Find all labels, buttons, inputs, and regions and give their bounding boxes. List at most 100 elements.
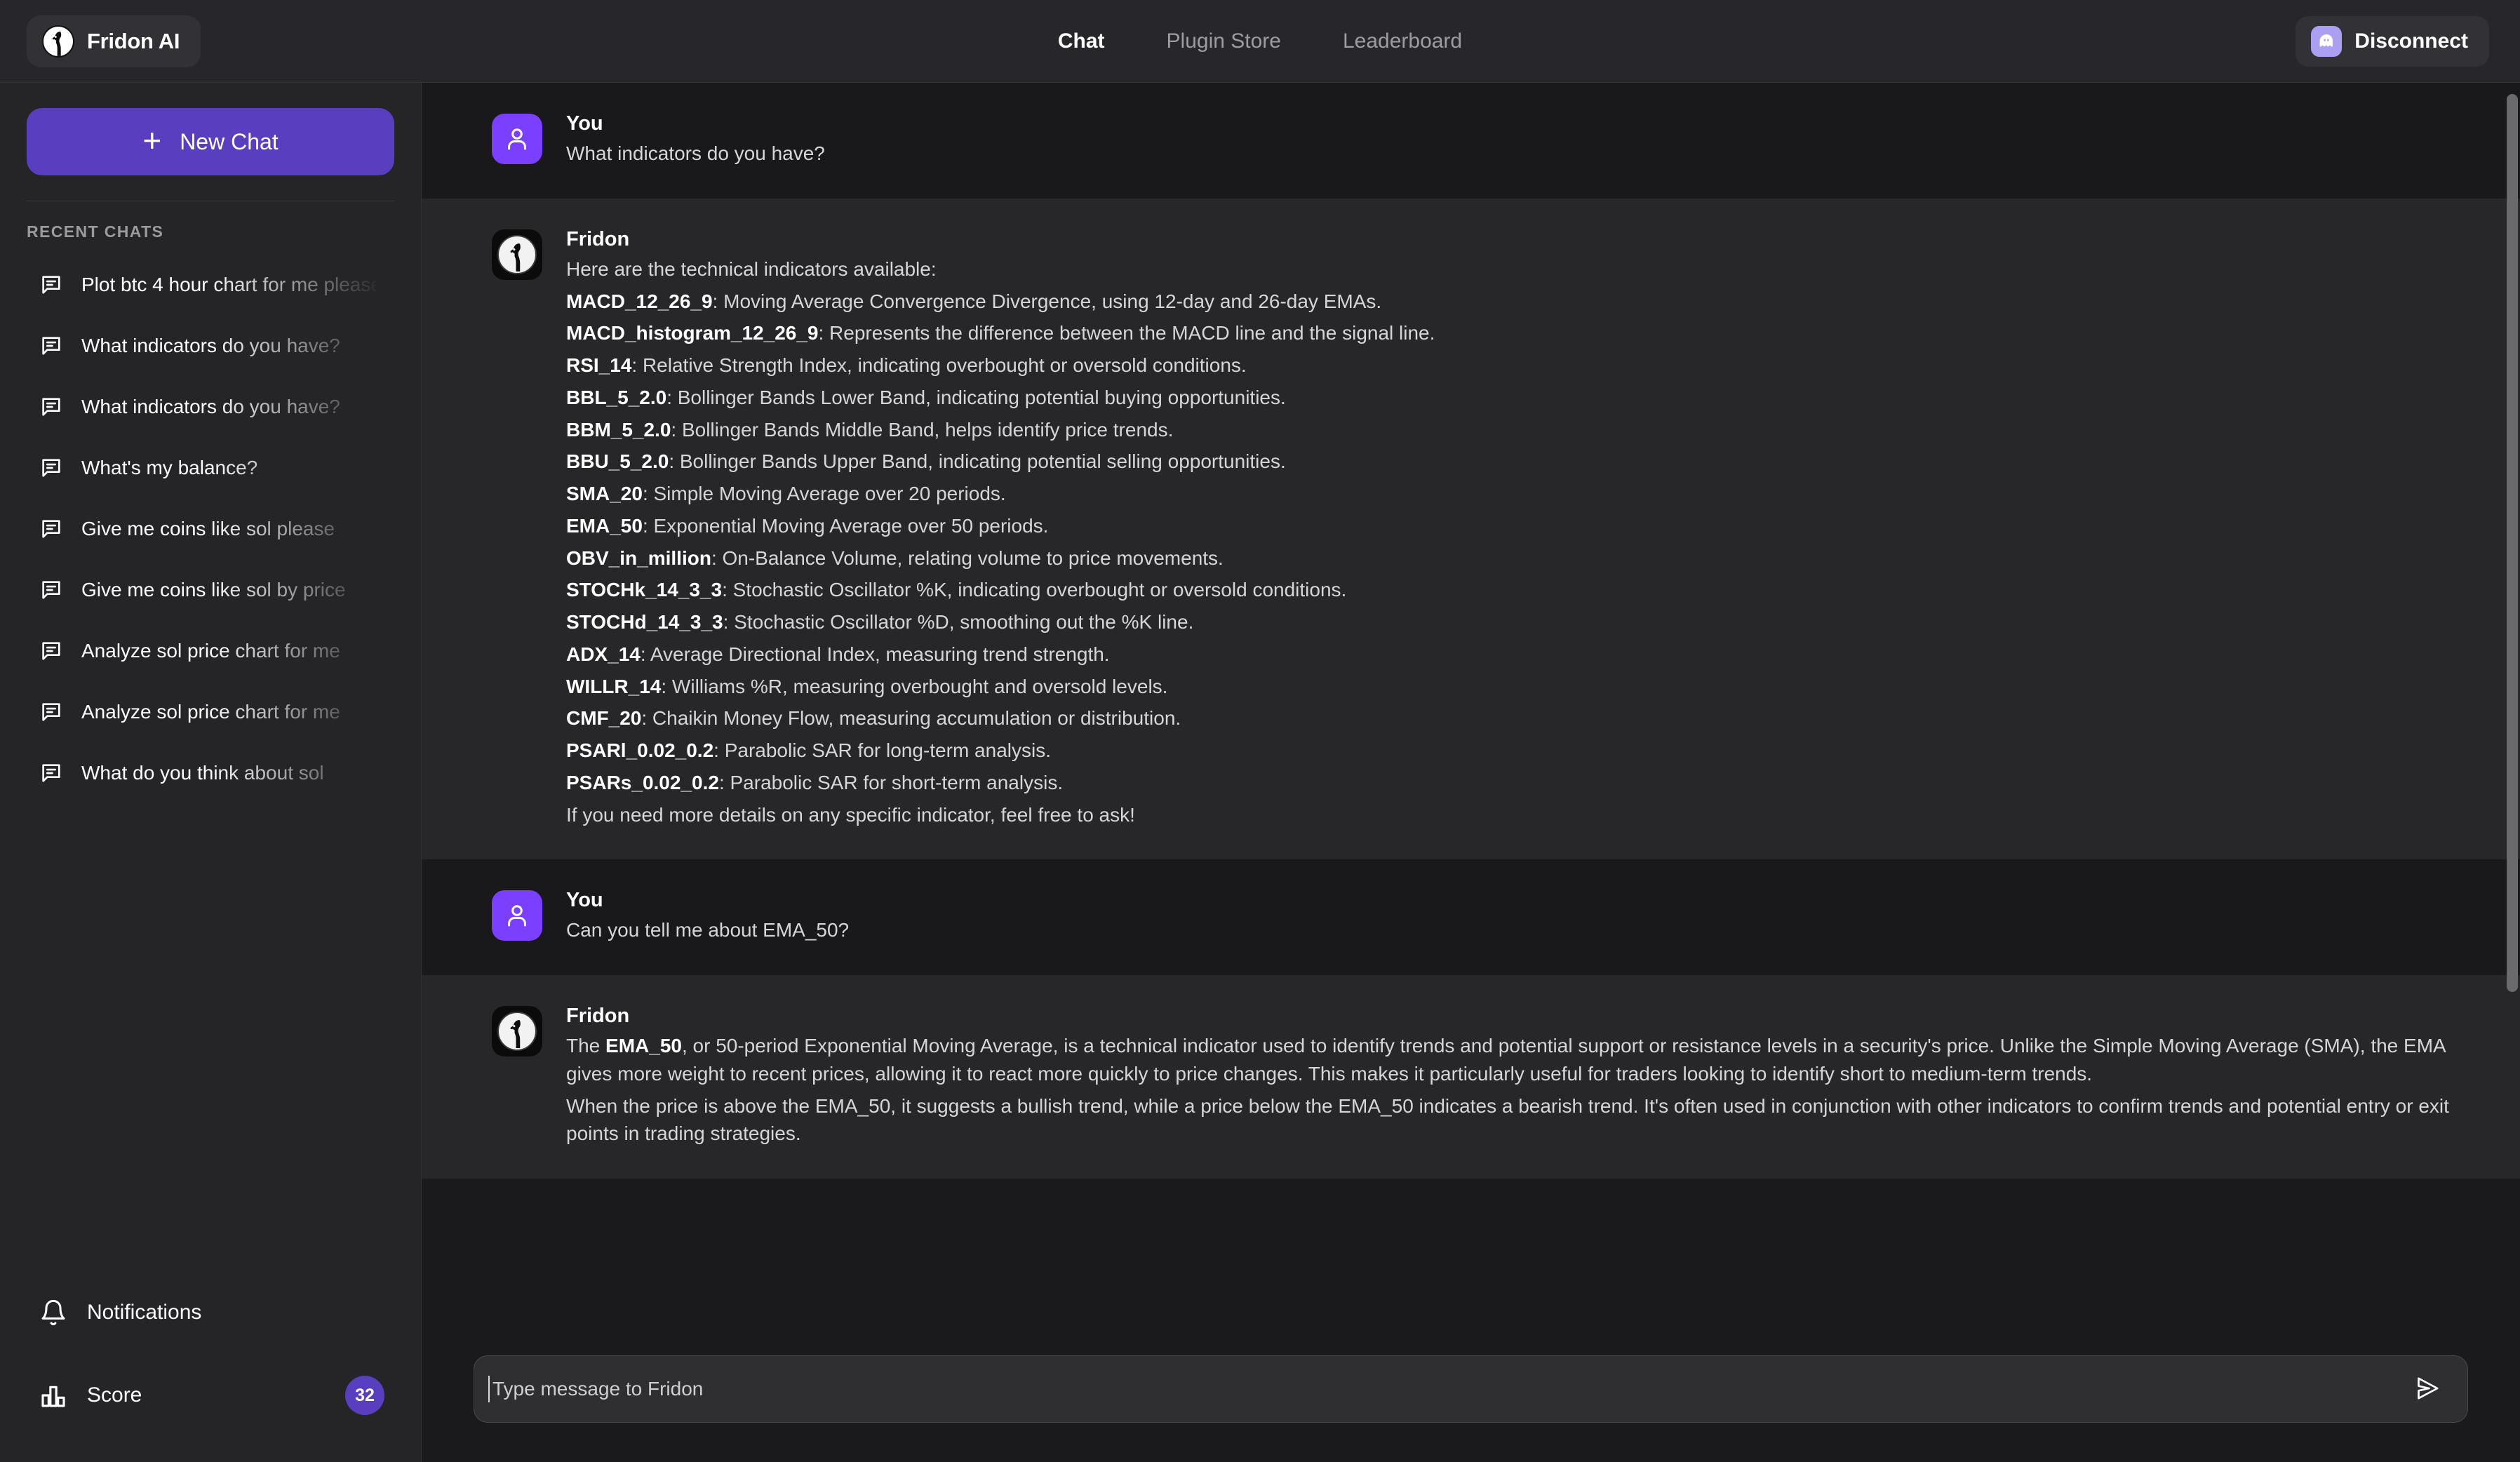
person-icon [492, 114, 542, 164]
message-author: You [566, 889, 603, 912]
chat-list-item-label: Plot btc 4 hour chart for me please [81, 273, 376, 295]
indicator-desc: : Bollinger Bands Upper Band, indicating… [669, 450, 1286, 473]
indicator-name: PSARl_0.02_0.2 [566, 739, 714, 761]
message-author: Fridon [566, 1005, 630, 1027]
composer[interactable] [474, 1355, 2468, 1423]
indicator-desc: : Parabolic SAR for long-term analysis. [713, 739, 1051, 761]
indicator-line: BBU_5_2.0: Bollinger Bands Upper Band, i… [566, 448, 2478, 476]
disconnect-wallet-button[interactable]: Disconnect [2296, 15, 2489, 67]
message-row-assistant: Fridon The EMA_50, or 50-period Exponent… [422, 975, 2520, 1179]
sidebar-item-notifications[interactable]: Notifications [0, 1271, 421, 1354]
brand-logo-button[interactable]: Fridon AI [27, 15, 201, 67]
indicator-desc: : Parabolic SAR for short-term analysis. [718, 771, 1064, 793]
chat-bubble-icon [39, 456, 63, 480]
message-row-user: You What indicators do you have? [422, 83, 2520, 199]
meerkat-logo-icon [42, 25, 74, 58]
indicator-line: STOCHk_14_3_3: Stochastic Oscillator %K,… [566, 576, 2478, 604]
nav-tab-plugin-store[interactable]: Plugin Store [1167, 29, 1281, 53]
message-body: You Can you tell me about EMA_50? [566, 889, 2478, 944]
indicator-line: SMA_20: Simple Moving Average over 20 pe… [566, 480, 2478, 508]
indicator-desc: : Bollinger Bands Lower Band, indicating… [666, 386, 1286, 408]
indicator-line: STOCHd_14_3_3: Stochastic Oscillator %D,… [566, 608, 2478, 636]
indicator-desc: : Stochastic Oscillator %D, smoothing ou… [723, 611, 1194, 633]
indicator-desc: : Bollinger Bands Middle Band, helps ide… [671, 418, 1174, 441]
indicator-desc: : Chaikin Money Flow, measuring accumula… [641, 707, 1181, 730]
chat-bubble-icon [39, 639, 63, 663]
indicator-name: PSARs_0.02_0.2 [566, 771, 719, 793]
score-badge: 32 [345, 1376, 384, 1415]
message-text: Here are the technical indicators availa… [566, 255, 2478, 829]
chat-list-item-label: What do you think about sol [81, 761, 324, 784]
bar-chart-icon [39, 1381, 67, 1409]
indicator-name: SMA_20 [566, 483, 643, 504]
indicator-line: BBM_5_2.0: Bollinger Bands Middle Band, … [566, 416, 2478, 444]
indicator-desc: : Relative Strength Index, indicating ov… [631, 354, 1247, 376]
indicator-desc: : Simple Moving Average over 20 periods. [642, 483, 1006, 504]
chat-bubble-icon [39, 517, 63, 541]
message-author: Fridon [566, 227, 630, 250]
message-text: What indicators do you have? [566, 142, 825, 164]
indicator-desc: : Average Directional Index, measuring t… [640, 643, 1110, 665]
chat-pane: You What indicators do you have? Fridon … [422, 83, 2520, 1462]
indicator-line: RSI_14: Relative Strength Index, indicat… [566, 351, 2478, 380]
sidebar-footer: Notifications Score 32 [0, 1271, 421, 1462]
bell-icon [39, 1299, 67, 1327]
chat-list-item[interactable]: What do you think about sol [0, 742, 421, 803]
indicator-name: WILLR_14 [566, 675, 662, 697]
ema-paragraph-2: When the price is above the EMA_50, it s… [566, 1094, 2449, 1145]
avatar-circle [497, 234, 537, 274]
indicator-desc: : Represents the difference between the … [818, 322, 1435, 344]
chat-list-item-label: What indicators do you have? [81, 334, 340, 356]
phantom-ghost-icon [2311, 25, 2343, 57]
indicator-line: PSARl_0.02_0.2: Parabolic SAR for long-t… [566, 737, 2478, 765]
chat-list-item-label: Give me coins like sol please [81, 517, 335, 539]
message-row-assistant: Fridon Here are the technical indicators… [422, 198, 2520, 860]
indicator-line: EMA_50: Exponential Moving Average over … [566, 512, 2478, 540]
chat-list-item-label: What's my balance? [81, 456, 258, 478]
chat-bubble-icon [39, 761, 63, 785]
chat-scrollbar[interactable] [2505, 83, 2520, 1462]
chat-list-item[interactable]: What indicators do you have? [0, 376, 421, 437]
indicator-line: MACD_12_26_9: Moving Average Convergence… [566, 288, 2478, 316]
sidebar-item-label: Score [87, 1383, 142, 1407]
nav-tab-leaderboard[interactable]: Leaderboard [1343, 29, 1462, 53]
indicator-name: BBU_5_2.0 [566, 450, 669, 473]
indicator-line: BBL_5_2.0: Bollinger Bands Lower Band, i… [566, 384, 2478, 412]
ema-50-term: EMA_50 [605, 1035, 682, 1057]
chat-list-item[interactable]: Plot btc 4 hour chart for me please [0, 254, 421, 315]
send-button[interactable] [2411, 1373, 2444, 1405]
message-row-user: You Can you tell me about EMA_50? [422, 859, 2520, 975]
indicator-line: MACD_histogram_12_26_9: Represents the d… [566, 319, 2478, 347]
chat-list-item-label: What indicators do you have? [81, 395, 340, 417]
message-text: Can you tell me about EMA_50? [566, 919, 850, 941]
chat-list-item[interactable]: Give me coins like sol please [0, 498, 421, 559]
indicator-name: BBM_5_2.0 [566, 418, 671, 441]
indicator-desc: : On-Balance Volume, relating volume to … [711, 546, 1224, 569]
chat-list-item[interactable]: Give me coins like sol by price [0, 559, 421, 620]
chat-list-item[interactable]: What's my balance? [0, 437, 421, 498]
send-paper-plane-icon [2413, 1374, 2441, 1404]
composer-area [422, 1329, 2520, 1462]
nav-tab-chat[interactable]: Chat [1058, 29, 1105, 53]
indicator-desc: : Moving Average Convergence Divergence,… [712, 290, 1382, 312]
indicator-name: MACD_histogram_12_26_9 [566, 322, 819, 344]
new-chat-button[interactable]: + New Chat [27, 108, 394, 175]
person-icon [492, 890, 542, 941]
chat-list-item[interactable]: Analyze sol price chart for me [0, 620, 421, 681]
indicator-desc: : Exponential Moving Average over 50 per… [642, 514, 1049, 537]
recent-chats-heading: RECENT CHATS [27, 222, 164, 241]
message-body: Fridon Here are the technical indicators… [566, 228, 2478, 829]
sidebar-item-score[interactable]: Score 32 [0, 1354, 421, 1437]
chat-bubble-icon [39, 395, 63, 419]
message-author: You [566, 112, 603, 135]
message-body: You What indicators do you have? [566, 112, 2478, 168]
chat-list-item-label: Analyze sol price chart for me [81, 639, 340, 662]
top-bar: Fridon AI Chat Plugin Store Leaderboard … [0, 0, 2520, 83]
meerkat-logo-icon [492, 229, 542, 280]
chat-bubble-icon [39, 578, 63, 602]
message-input[interactable] [490, 1378, 2411, 1400]
chat-list-item[interactable]: What indicators do you have? [0, 315, 421, 376]
chat-scrollbar-thumb[interactable] [2507, 94, 2518, 992]
chat-list-item[interactable]: Analyze sol price chart for me [0, 681, 421, 742]
indicators-intro: Here are the technical indicators availa… [566, 257, 937, 280]
